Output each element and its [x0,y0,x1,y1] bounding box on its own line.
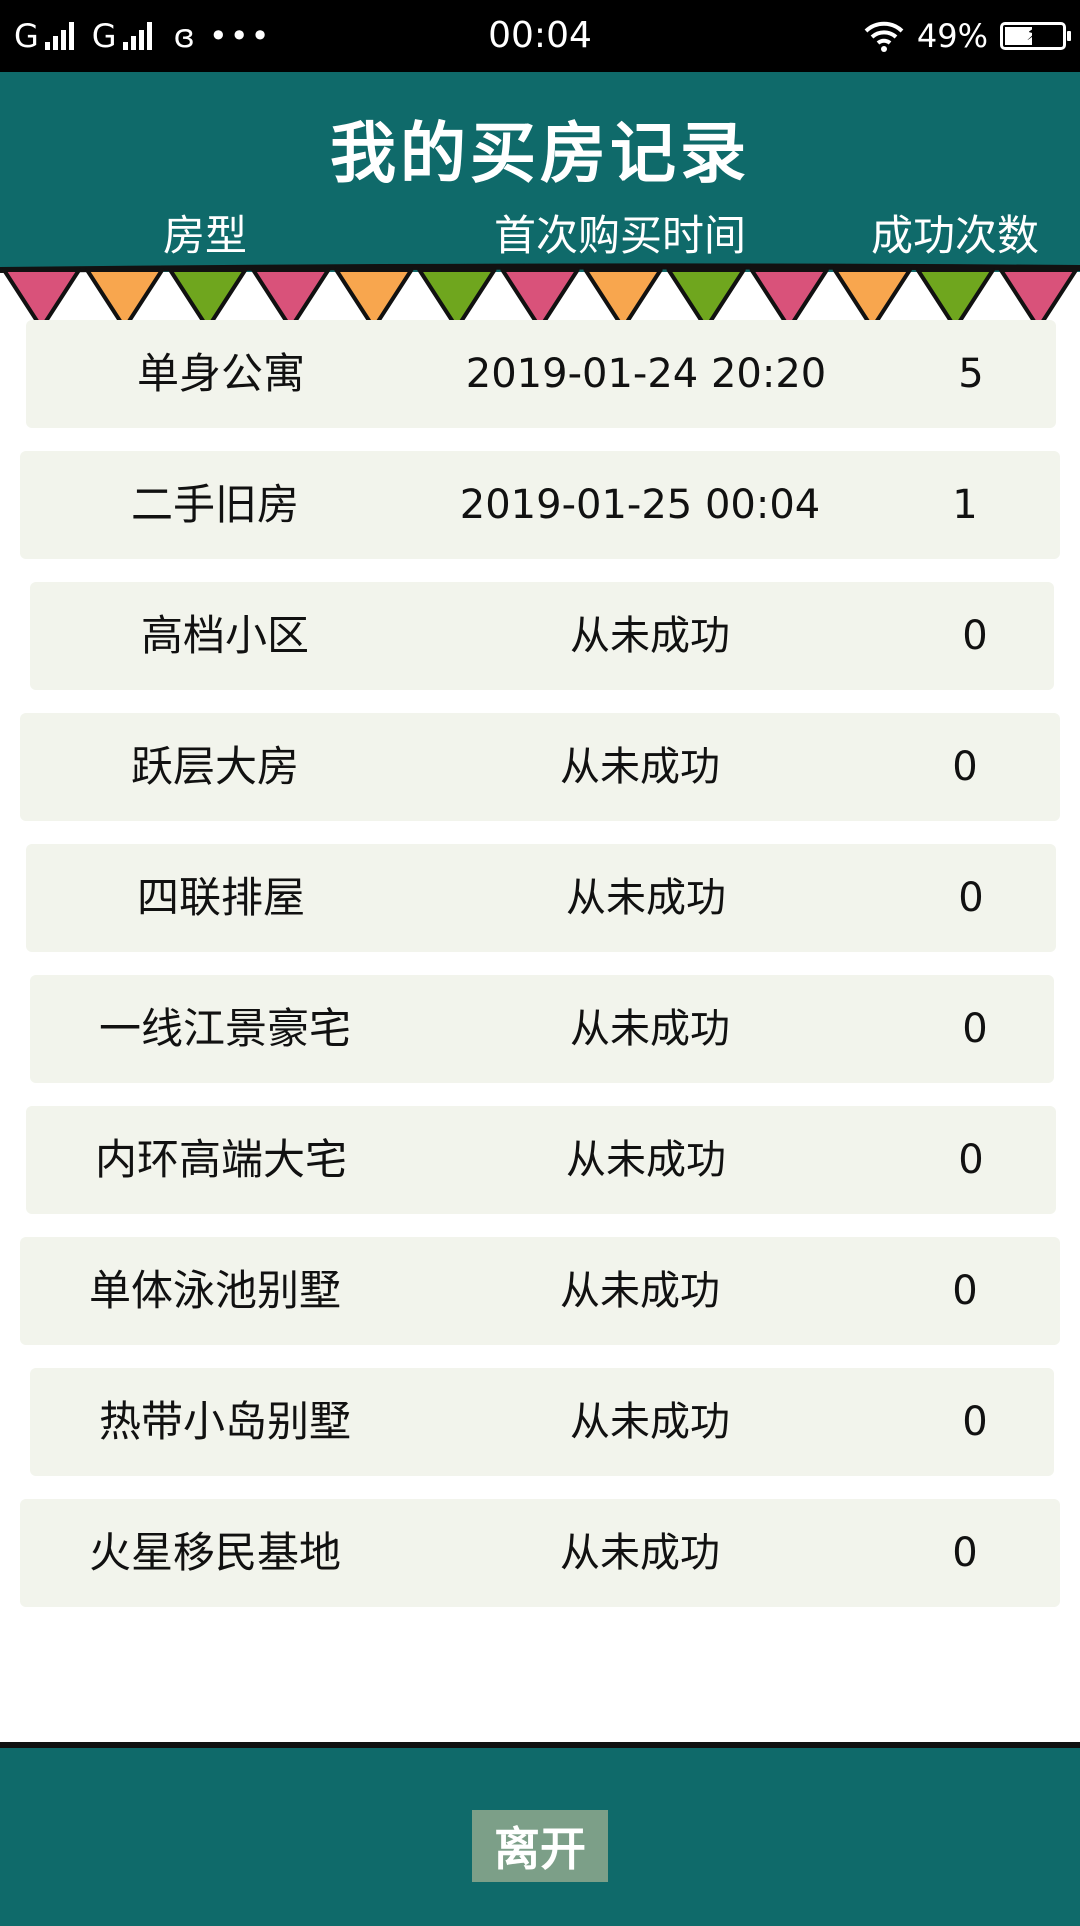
success-count-cell: 0 [952,744,978,790]
success-count-cell: 0 [952,1268,978,1314]
column-headers: 房型 首次购买时间 成功次数 [0,202,1080,260]
house-type-cell: 内环高端大宅 [94,1135,347,1184]
table-row: 二手旧房 2019-01-25 00:04 1 [20,451,1060,559]
table-row: 一线江景豪宅 从未成功 0 [30,975,1054,1083]
house-type-cell: 二手旧房 [130,480,299,529]
house-type-cell: 单体泳池别墅 [88,1266,341,1315]
first-purchase-time-cell: 从未成功 [570,1006,730,1052]
table-row: 高档小区 从未成功 0 [30,582,1054,690]
table-row: 单体泳池别墅 从未成功 0 [20,1237,1060,1345]
success-count-cell: 0 [958,1137,984,1183]
first-purchase-time-cell: 从未成功 [560,744,720,790]
success-count-cell: 0 [952,1530,978,1576]
bottom-bar: 离开 [0,1742,1080,1926]
success-count-cell: 0 [962,1399,988,1445]
table-row: 热带小岛别墅 从未成功 0 [30,1368,1054,1476]
column-header-type: 房型 [162,211,247,260]
column-header-count: 成功次数 [870,211,1039,260]
first-purchase-time-cell: 从未成功 [560,1530,720,1576]
first-purchase-time-cell: 从未成功 [570,1399,730,1445]
first-purchase-time-cell: 2019-01-24 20:20 [465,351,827,397]
house-type-cell: 一线江景豪宅 [98,1004,351,1053]
house-type-cell: 四联排屋 [136,873,305,922]
charging-bolt-icon: ⚡ [1025,21,1041,45]
column-header-first-time: 首次购买时间 [493,211,746,260]
success-count-cell: 5 [958,351,984,397]
leave-button[interactable]: 离开 [472,1810,608,1882]
table-row: 火星移民基地 从未成功 0 [20,1499,1060,1607]
first-purchase-time-cell: 2019-01-25 00:04 [459,482,821,528]
table-row: 四联排屋 从未成功 0 [26,844,1056,952]
success-count-cell: 0 [962,1006,988,1052]
first-purchase-time-cell: 从未成功 [570,613,730,659]
page-title: 我的买房记录 [330,115,750,192]
house-type-cell: 跃层大房 [130,742,299,791]
battery-icon: ⚡ [1000,21,1071,50]
table-row: 跃层大房 从未成功 0 [20,713,1060,821]
wifi-icon [863,19,905,53]
status-right: 49% ⚡ [863,14,1071,58]
header: 我的买房记录 房型 首次购买时间 成功次数 [0,72,1080,272]
success-count-cell: 1 [952,482,978,528]
first-purchase-time-cell: 从未成功 [566,875,726,921]
first-purchase-time-cell: 从未成功 [560,1268,720,1314]
status-bar: G G ɞ ••• 00:04 49% ⚡ [0,0,1080,72]
house-type-cell: 高档小区 [140,611,309,660]
battery-percent: 49% [916,17,988,55]
success-count-cell: 0 [962,613,988,659]
house-type-cell: 火星移民基地 [88,1528,341,1577]
house-type-cell: 单身公寓 [136,349,305,398]
house-type-cell: 热带小岛别墅 [98,1397,351,1446]
table-row: 内环高端大宅 从未成功 0 [26,1106,1056,1214]
success-count-cell: 0 [958,875,984,921]
first-purchase-time-cell: 从未成功 [566,1137,726,1183]
table-row: 单身公寓 2019-01-24 20:20 5 [26,320,1056,428]
